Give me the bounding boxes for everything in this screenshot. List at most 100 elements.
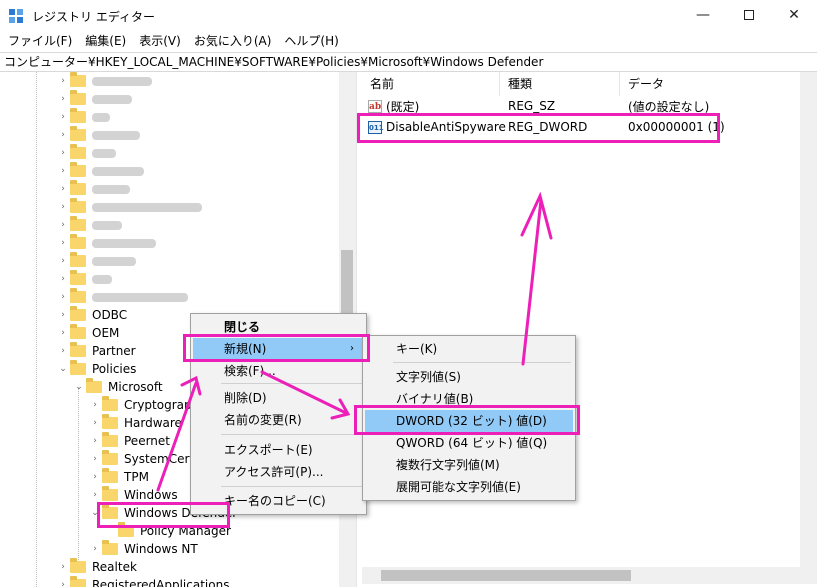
- submenu-item-dword-value[interactable]: DWORD (32 ビット) 値(D): [365, 410, 573, 432]
- tree-item-hidden[interactable]: ›: [56, 90, 132, 108]
- menu-view[interactable]: 表示(V): [131, 30, 186, 52]
- menu-item-new[interactable]: 新規(N) ›: [193, 338, 364, 360]
- tree-item-windows[interactable]: › Windows: [88, 486, 178, 504]
- menu-item-export[interactable]: エクスポート(E): [193, 439, 364, 461]
- column-type[interactable]: 種類: [500, 72, 620, 96]
- tree-item-realtek[interactable]: › Realtek: [56, 558, 137, 576]
- tree-item-hidden[interactable]: ›: [56, 234, 156, 252]
- folder-icon: [102, 396, 118, 411]
- menu-favorites[interactable]: お気に入り(A): [186, 30, 277, 52]
- context-menu: 閉じる 新規(N) › 検索(F)... 削除(D) 名前の変更(R) エクスポー…: [190, 313, 367, 515]
- h-scroll-thumb[interactable]: [381, 570, 631, 581]
- folder-icon: [70, 162, 86, 177]
- menu-file[interactable]: ファイル(F): [0, 30, 77, 52]
- tree-item-registeredapplications[interactable]: › RegisteredApplications: [56, 576, 229, 587]
- tree-item-hidden[interactable]: ›: [56, 180, 130, 198]
- tree-item-hidden[interactable]: ›: [56, 108, 110, 126]
- tree-item-oem[interactable]: › OEM: [56, 324, 119, 342]
- tree-item-hidden[interactable]: ›: [56, 252, 136, 270]
- maximize-icon: [744, 10, 754, 20]
- chevron-right-icon: ›: [350, 343, 354, 354]
- column-name[interactable]: 名前: [362, 72, 500, 96]
- value-row-disableantispyware[interactable]: 011 DisableAntiSpyware REG_DWORD 0x000000…: [362, 117, 810, 137]
- tree-item-odbc[interactable]: › ODBC: [56, 306, 127, 324]
- maximize-button[interactable]: [726, 0, 772, 30]
- folder-open-icon: [86, 378, 102, 393]
- tree-item-hardware[interactable]: › Hardware: [88, 414, 182, 432]
- folder-icon: [102, 432, 118, 447]
- values-vertical-scrollbar[interactable]: [800, 72, 817, 567]
- folder-icon: [70, 108, 86, 123]
- folder-icon: [70, 270, 86, 285]
- menu-item-find[interactable]: 検索(F)...: [193, 360, 364, 382]
- menu-item-copy-key-name[interactable]: キー名のコピー(C): [193, 490, 364, 512]
- column-data[interactable]: データ: [620, 72, 800, 96]
- folder-icon: [70, 72, 86, 87]
- tree-scroll-thumb[interactable]: [341, 250, 353, 320]
- title-bar: レジストリ エディター — ✕: [0, 0, 817, 30]
- submenu-item-binary-value[interactable]: バイナリ値(B): [365, 388, 573, 410]
- new-submenu: キー(K) 文字列値(S) バイナリ値(B) DWORD (32 ビット) 値(…: [362, 335, 576, 501]
- tree-item-hidden[interactable]: ›: [56, 72, 152, 90]
- chevron-right-icon[interactable]: ›: [88, 468, 102, 486]
- submenu-item-multi-string-value[interactable]: 複数行文字列値(M): [365, 454, 573, 476]
- folder-icon: [118, 522, 134, 537]
- tree-item-policies[interactable]: ⌄ Policies: [56, 360, 136, 378]
- chevron-right-icon[interactable]: ›: [88, 540, 102, 558]
- chevron-right-icon[interactable]: ›: [56, 342, 70, 360]
- value-row-default[interactable]: ab (既定) REG_SZ (値の設定なし): [362, 96, 810, 116]
- tree-item-hidden[interactable]: ›: [56, 126, 140, 144]
- menu-help[interactable]: ヘルプ(H): [276, 30, 343, 52]
- address-bar[interactable]: コンピューター¥HKEY_LOCAL_MACHINE¥SOFTWARE¥Poli…: [0, 52, 817, 72]
- folder-icon: [70, 180, 86, 195]
- chevron-down-icon[interactable]: ⌄: [88, 504, 102, 522]
- folder-icon: [70, 234, 86, 249]
- tree-item-hidden[interactable]: ›: [56, 288, 188, 306]
- tree-item-hidden[interactable]: ›: [56, 144, 116, 162]
- chevron-right-icon[interactable]: ›: [56, 576, 70, 587]
- values-horizontal-scrollbar[interactable]: [362, 567, 817, 584]
- folder-icon: [70, 198, 86, 213]
- menu-item-permissions[interactable]: アクセス許可(P)...: [193, 461, 364, 483]
- tree-item-tpm[interactable]: › TPM: [88, 468, 149, 486]
- submenu-item-qword-value[interactable]: QWORD (64 ビット) 値(Q): [365, 432, 573, 454]
- submenu-item-string-value[interactable]: 文字列値(S): [365, 366, 573, 388]
- close-button[interactable]: ✕: [771, 0, 817, 30]
- tree-item-hidden[interactable]: ›: [56, 270, 112, 288]
- minimize-button[interactable]: —: [680, 0, 726, 30]
- folder-icon: [102, 414, 118, 429]
- chevron-right-icon[interactable]: ›: [88, 432, 102, 450]
- chevron-right-icon[interactable]: ›: [56, 324, 70, 342]
- chevron-down-icon[interactable]: ⌄: [72, 378, 86, 396]
- menu-edit[interactable]: 編集(E): [77, 30, 131, 52]
- tree-item-hidden[interactable]: ›: [56, 216, 122, 234]
- menu-item-delete[interactable]: 削除(D): [193, 387, 364, 409]
- tree-item-hidden[interactable]: ›: [56, 198, 202, 216]
- menu-item-rename[interactable]: 名前の変更(R): [193, 409, 364, 431]
- folder-icon: [70, 216, 86, 231]
- tree-item-partner[interactable]: › Partner: [56, 342, 136, 360]
- chevron-right-icon[interactable]: ›: [56, 306, 70, 324]
- tree-item-cryptography[interactable]: › Cryptography: [88, 396, 206, 414]
- folder-icon: [102, 486, 118, 501]
- chevron-right-icon[interactable]: ›: [56, 558, 70, 576]
- chevron-right-icon[interactable]: ›: [88, 450, 102, 468]
- tree-item-windows-nt[interactable]: › Windows NT: [88, 540, 198, 558]
- chevron-right-icon[interactable]: ›: [88, 486, 102, 504]
- menu-item-close[interactable]: 閉じる: [193, 316, 364, 338]
- chevron-right-icon[interactable]: ›: [88, 414, 102, 432]
- chevron-right-icon[interactable]: ›: [88, 396, 102, 414]
- folder-icon: [70, 126, 86, 141]
- tree-item-peernet[interactable]: › Peernet: [88, 432, 170, 450]
- folder-icon: [70, 342, 86, 357]
- close-icon: ✕: [788, 7, 800, 23]
- folder-icon: [102, 468, 118, 483]
- tree-item-hidden[interactable]: ›: [56, 162, 144, 180]
- binary-value-icon: 011: [368, 120, 384, 134]
- submenu-item-expandable-string-value[interactable]: 展開可能な文字列値(E): [365, 476, 573, 498]
- submenu-item-key[interactable]: キー(K): [365, 338, 573, 360]
- tree-item-policy-manager[interactable]: Policy Manager: [104, 522, 231, 540]
- tree-item-microsoft[interactable]: ⌄ Microsoft: [72, 378, 163, 396]
- chevron-down-icon[interactable]: ⌄: [56, 360, 70, 378]
- folder-icon: [70, 90, 86, 105]
